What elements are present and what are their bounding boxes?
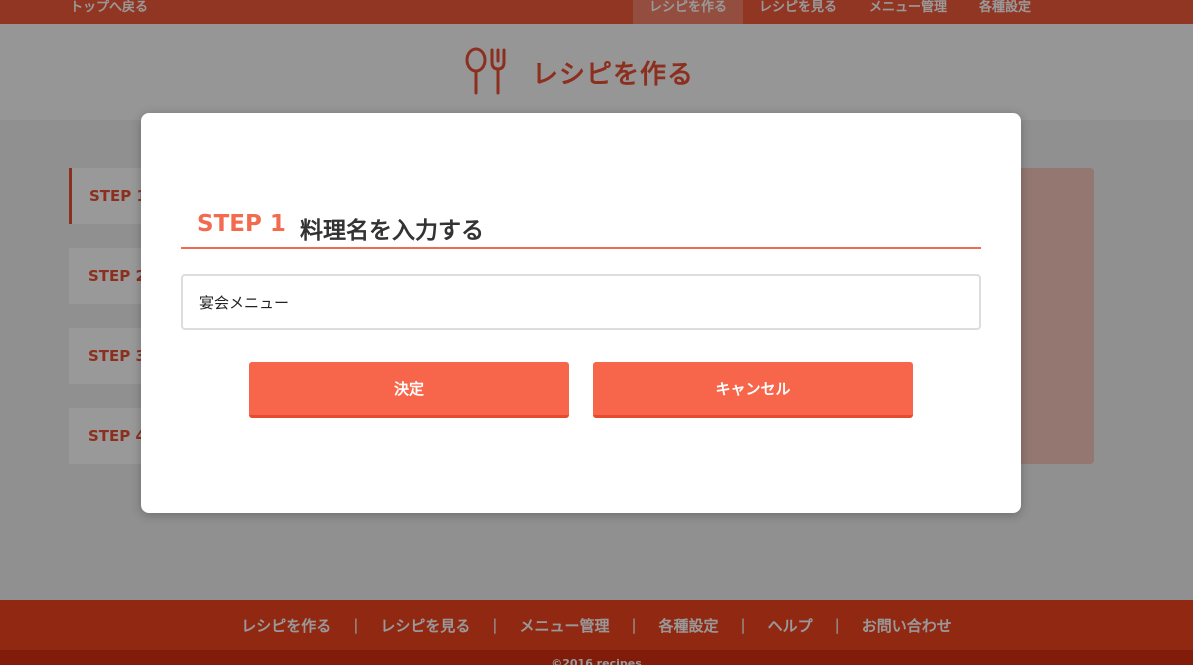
- dialog-step-title: 料理名を入力する: [300, 218, 484, 244]
- dialog-heading: STEP 1 料理名を入力する: [181, 211, 981, 249]
- step-dialog: STEP 1 料理名を入力する 決定 キャンセル: [141, 113, 1021, 513]
- dialog-step-label: STEP 1: [197, 211, 286, 237]
- cancel-button[interactable]: キャンセル: [593, 362, 913, 418]
- dish-name-input[interactable]: [181, 274, 981, 330]
- confirm-button[interactable]: 決定: [249, 362, 569, 418]
